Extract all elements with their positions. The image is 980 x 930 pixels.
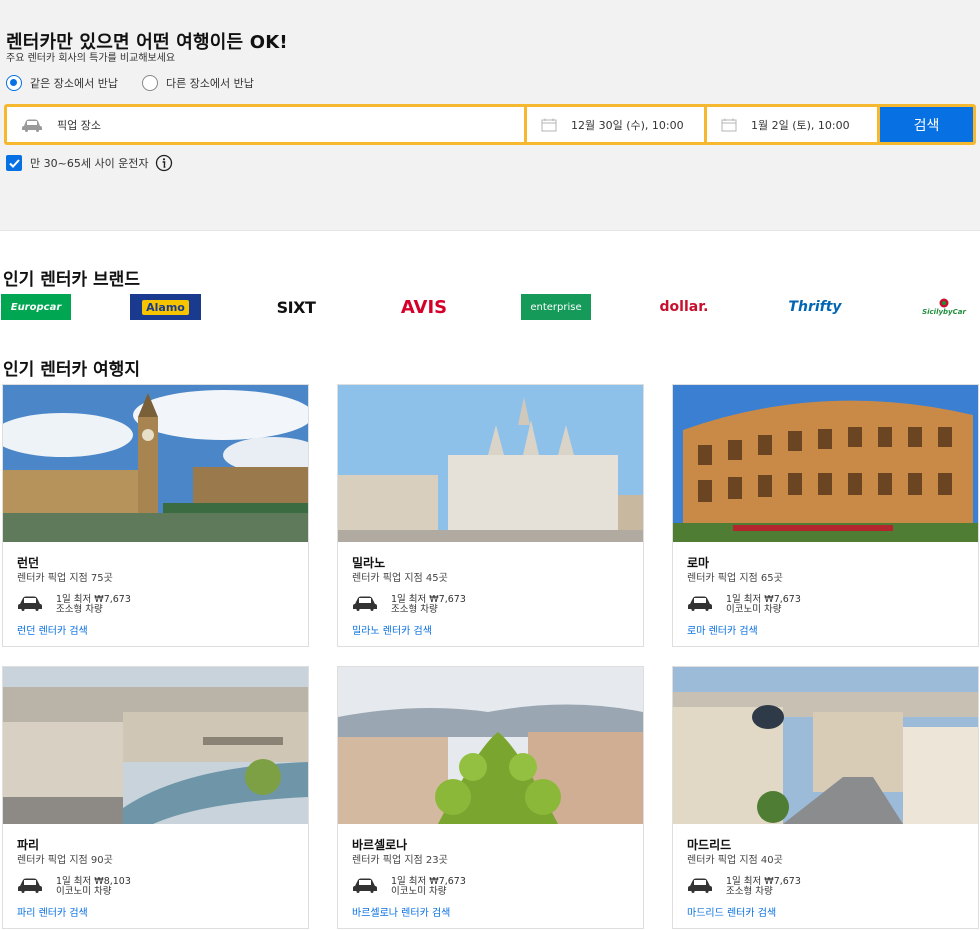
page-subtitle: 주요 렌터카 회사의 특가를 비교해보세요 (6, 53, 176, 64)
london-photo (3, 385, 308, 542)
radio-same-location[interactable] (6, 75, 22, 91)
check-icon (8, 158, 20, 168)
destination-card-paris[interactable]: 파리 렌터카 픽업 지점 90곳 1일 최저 ₩8,103 이코노미 차량 파리… (2, 666, 309, 929)
car-class: 조소형 차량 (391, 604, 438, 615)
driver-age-option: 만 30~65세 사이 운전자 (6, 154, 173, 172)
branch-count: 렌터카 픽업 지점 23곳 (352, 855, 448, 866)
search-city-link[interactable]: 파리 렌터카 검색 (17, 904, 88, 919)
search-city-link[interactable]: 바르셀로나 렌터카 검색 (352, 904, 450, 919)
calendar-icon (541, 118, 557, 131)
radio-same-location-label[interactable]: 같은 장소에서 반납 (30, 75, 118, 91)
paris-photo (3, 667, 308, 824)
madrid-photo (673, 667, 978, 824)
branch-count: 렌터카 픽업 지점 65곳 (687, 573, 783, 584)
driver-age-checkbox[interactable] (6, 155, 22, 171)
return-date-field[interactable]: 1월 2일 (토), 10:00 (707, 107, 877, 142)
search-city-link[interactable]: 런던 렌터카 검색 (17, 622, 88, 637)
return-date-value: 1월 2일 (토), 10:00 (751, 118, 850, 132)
milan-photo (338, 385, 643, 542)
brand-logo-avis[interactable]: AVIS (391, 294, 457, 320)
driver-age-label[interactable]: 만 30~65세 사이 운전자 (30, 155, 149, 171)
car-icon (688, 596, 712, 611)
car-icon (18, 596, 42, 611)
calendar-icon (721, 118, 737, 131)
car-class: 조소형 차량 (726, 886, 773, 897)
destination-card-rome[interactable]: 로마 렌터카 픽업 지점 65곳 1일 최저 ₩7,673 이코노미 차량 로마… (672, 384, 979, 647)
brand-logo-sicilybycar[interactable]: SicilybyCar (918, 294, 970, 320)
search-hero: 렌터카만 있으면 어떤 여행이든 OK! 주요 렌터카 회사의 특가를 비교해보… (0, 0, 980, 231)
destination-card-london[interactable]: 런던 렌터카 픽업 지점 75곳 1일 최저 ₩7,673 조소형 차량 런던 … (2, 384, 309, 647)
search-city-link[interactable]: 로마 렌터카 검색 (687, 622, 758, 637)
car-icon (22, 119, 42, 132)
search-city-link[interactable]: 밀라노 렌터카 검색 (352, 622, 432, 637)
brand-logo-alamo[interactable]: Alamo (130, 294, 201, 320)
brand-logo-thrifty[interactable]: Thrifty (780, 294, 850, 320)
barcelona-photo (338, 667, 643, 824)
car-class: 조소형 차량 (56, 604, 103, 615)
car-icon (353, 596, 377, 611)
search-button[interactable]: 검색 (880, 107, 973, 142)
destination-card-barcelona[interactable]: 바르셀로나 렌터카 픽업 지점 23곳 1일 최저 ₩7,673 이코노미 차량… (337, 666, 644, 929)
search-bar: 픽업 장소 12월 30일 (수), 10:00 1월 2일 (토), 10:0… (4, 104, 976, 145)
destination-card-madrid[interactable]: 마드리드 렌터카 픽업 지점 40곳 1일 최저 ₩7,673 조소형 차량 마… (672, 666, 979, 929)
brand-logo-sixt[interactable]: SIXT (266, 294, 326, 320)
destinations-section-title: 인기 렌터카 여행지 (3, 360, 140, 380)
brand-logo-enterprise[interactable]: enterprise (521, 294, 591, 320)
radio-different-location[interactable] (141, 75, 158, 91)
car-icon (688, 878, 712, 893)
brand-logo-dollar[interactable]: dollar. (651, 294, 717, 320)
pickup-date-field[interactable]: 12월 30일 (수), 10:00 (527, 107, 704, 142)
pickup-location-field[interactable]: 픽업 장소 (7, 107, 524, 142)
info-icon[interactable] (155, 154, 173, 172)
brand-logo-europcar[interactable]: Europcar (1, 294, 71, 320)
car-icon (18, 878, 42, 893)
car-icon (353, 878, 377, 893)
search-city-link[interactable]: 마드리드 렌터카 검색 (687, 904, 776, 919)
sicily-emblem-icon (939, 298, 949, 308)
branch-count: 렌터카 픽업 지점 90곳 (17, 855, 113, 866)
car-class: 이코노미 차량 (726, 604, 782, 615)
car-class: 이코노미 차량 (56, 886, 112, 897)
branch-count: 렌터카 픽업 지점 40곳 (687, 855, 783, 866)
destination-card-milan[interactable]: 밀라노 렌터카 픽업 지점 45곳 1일 최저 ₩7,673 조소형 차량 밀라… (337, 384, 644, 647)
brands-section-title: 인기 렌터카 브랜드 (3, 270, 140, 290)
pickup-location-placeholder: 픽업 장소 (57, 118, 101, 132)
branch-count: 렌터카 픽업 지점 75곳 (17, 573, 113, 584)
radio-different-location-label[interactable]: 다른 장소에서 반납 (166, 75, 254, 91)
branch-count: 렌터카 픽업 지점 45곳 (352, 573, 448, 584)
rome-photo (673, 385, 978, 542)
pickup-date-value: 12월 30일 (수), 10:00 (571, 118, 684, 132)
car-class: 이코노미 차량 (391, 886, 447, 897)
return-option-group: 같은 장소에서 반납 다른 장소에서 반납 (6, 75, 278, 91)
